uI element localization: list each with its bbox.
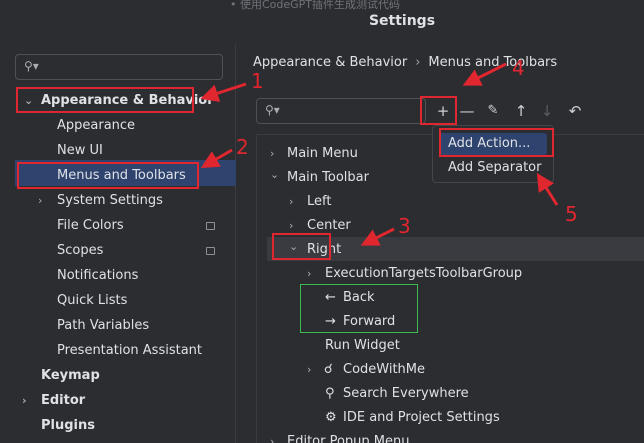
annotation-arrow-1 — [200, 82, 247, 102]
annotation-arrows — [200, 62, 559, 246]
annotation-arrow-5 — [536, 172, 559, 206]
annotation-arrow-4 — [462, 62, 507, 86]
annotation-arrow-2 — [200, 148, 233, 168]
annotation-arrow-3 — [360, 227, 395, 246]
